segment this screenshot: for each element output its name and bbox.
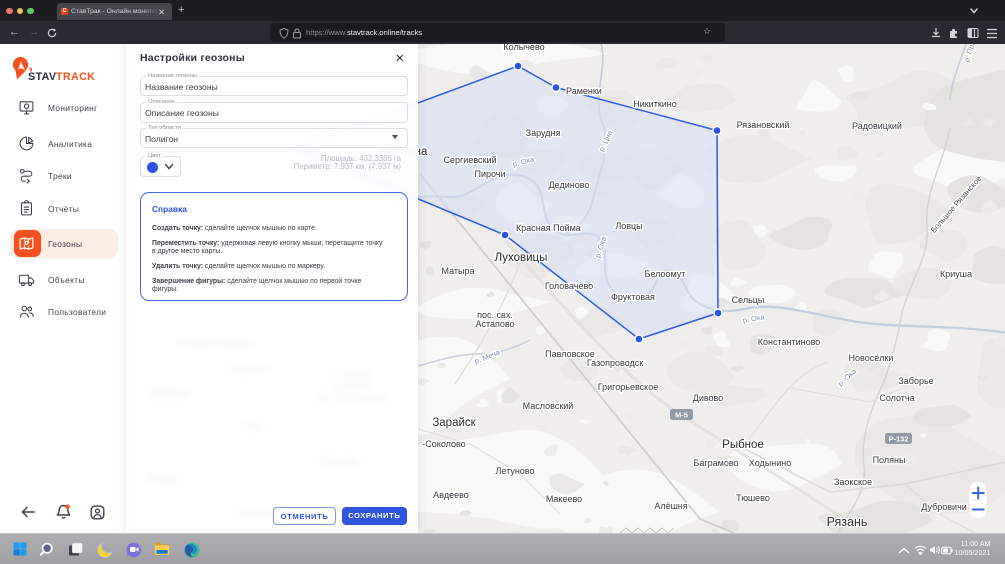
svg-text:Дединово: Дединово — [549, 180, 590, 190]
svg-text:Новосёлки: Новосёлки — [849, 353, 894, 363]
svg-text:Алёшня: Алёшня — [654, 501, 687, 511]
svg-text:Авдеево: Авдеево — [433, 490, 469, 500]
svg-text:Дивово: Дивово — [693, 393, 724, 403]
svg-text:STAV: STAV — [28, 71, 57, 83]
svg-text:Радовицкий: Радовицкий — [852, 121, 902, 131]
svg-text:Солотча: Солотча — [879, 393, 914, 403]
svg-text:М-5: М-5 — [675, 411, 688, 420]
svg-text:Ходынино: Ходынино — [749, 458, 791, 468]
svg-text:Пирочи: Пирочи — [474, 169, 505, 179]
svg-text:Тюшево: Тюшево — [736, 493, 770, 503]
svg-text:Григорьевское: Григорьевское — [598, 382, 658, 392]
svg-text:Луховицы: Луховицы — [495, 252, 548, 264]
svg-text:Заокское: Заокское — [834, 477, 872, 487]
svg-text:Рыбное: Рыбное — [722, 439, 764, 451]
svg-text:Сельцы: Сельцы — [732, 295, 765, 305]
svg-text:Зарайск: Зарайск — [432, 417, 476, 429]
svg-text:Раменки: Раменки — [566, 86, 602, 96]
svg-text:-Соколово: -Соколово — [422, 439, 465, 449]
svg-text:Красная Пойма: Красная Пойма — [516, 223, 581, 233]
svg-text:Астапово: Астапово — [475, 319, 514, 329]
svg-text:Криуша: Криуша — [940, 269, 972, 279]
svg-text:Фруктовая: Фруктовая — [611, 292, 655, 302]
svg-text:Никиткино: Никиткино — [633, 99, 677, 109]
svg-text:Зарудня: Зарудня — [526, 128, 561, 138]
svg-text:Константиново: Константиново — [758, 337, 821, 347]
svg-text:TRACK: TRACK — [56, 71, 95, 83]
svg-text:Масловский: Масловский — [523, 401, 574, 411]
svg-text:Дубровичи: Дубровичи — [921, 502, 967, 512]
svg-text:Р-132: Р-132 — [888, 435, 908, 444]
svg-text:Летуново: Летуново — [496, 466, 535, 476]
svg-text:Макеево: Макеево — [546, 494, 582, 504]
svg-text:Белоомут: Белоомут — [645, 269, 686, 279]
svg-text:Колычево: Колычево — [503, 44, 544, 52]
svg-text:Сергиевский: Сергиевский — [444, 155, 497, 165]
svg-text:Поляны: Поляны — [873, 455, 906, 465]
svg-text:Матыра: Матыра — [441, 266, 474, 276]
svg-text:Заборье: Заборье — [898, 376, 933, 386]
svg-text:Ловцы: Ловцы — [615, 221, 642, 231]
svg-text:Рязановский: Рязановский — [737, 120, 790, 130]
svg-text:Головачёво: Головачёво — [545, 281, 593, 291]
svg-text:Газопроводск: Газопроводск — [587, 358, 643, 368]
svg-text:Рязань: Рязань — [827, 515, 868, 529]
svg-text:Баграмово: Баграмово — [693, 458, 738, 468]
